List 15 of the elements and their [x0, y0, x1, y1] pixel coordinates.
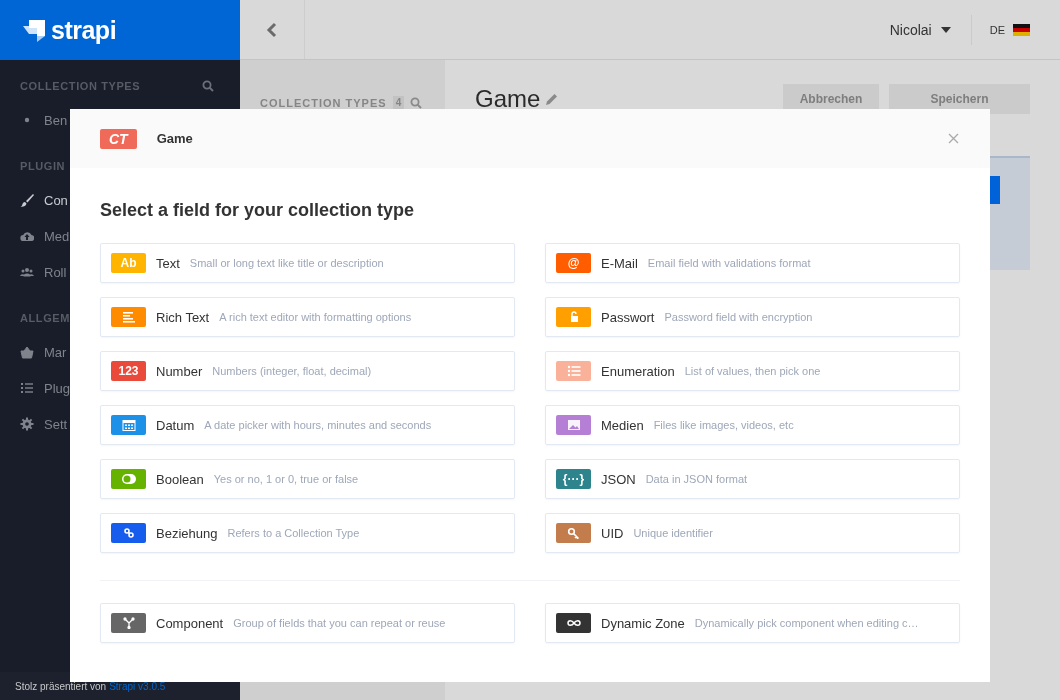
field-type-badge: Ab: [111, 253, 146, 273]
type-badge: CT: [100, 128, 137, 149]
count-badge: 4: [392, 96, 405, 109]
modal-title: Game: [156, 131, 193, 146]
modal-heading: Select a field for your collection type: [100, 200, 416, 221]
section-title: PLUGIN: [20, 160, 66, 172]
logo-text: strapi: [51, 15, 117, 45]
page-title: Game: [475, 85, 541, 113]
section-title: ALLGEM: [20, 312, 71, 324]
field-type-badge: 123: [111, 361, 146, 381]
field-type-badge: {···}: [556, 469, 591, 489]
panel-title: COLLECTION TYPES: [260, 96, 387, 109]
section-title: COLLECTION TYPES: [20, 80, 141, 92]
field-type-badge: @: [556, 253, 591, 273]
footer-text: Stolz präsentiert von: [15, 680, 107, 692]
